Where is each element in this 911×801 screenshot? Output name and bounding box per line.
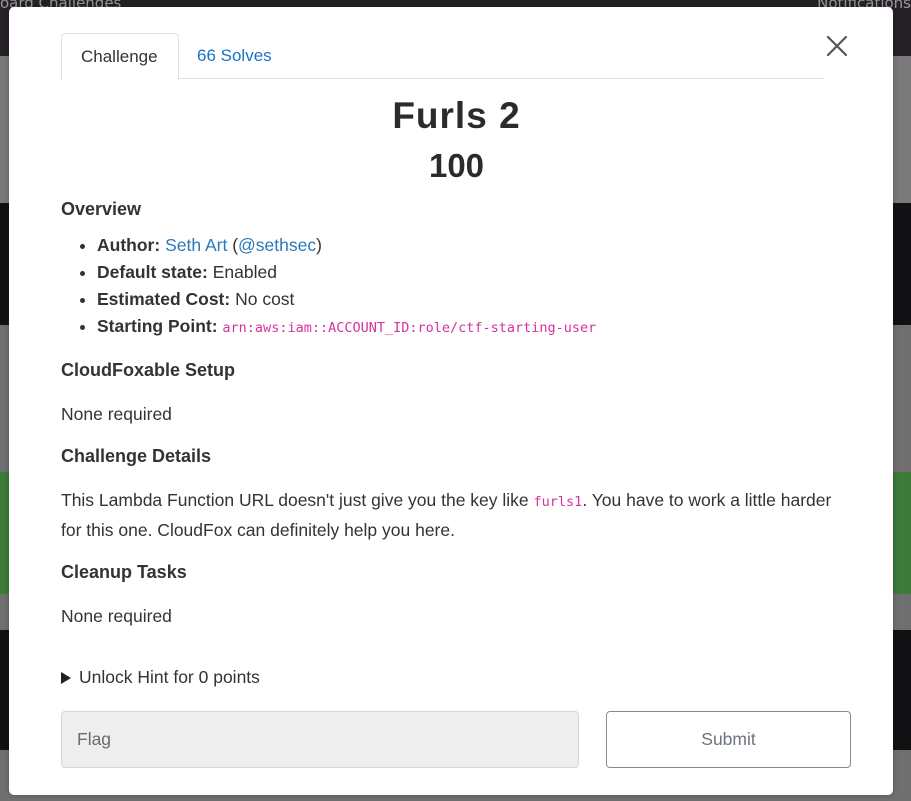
list-item-starting-point: Starting Point: arn:aws:iam::ACCOUNT_ID:… bbox=[97, 313, 851, 342]
unlock-hint-toggle[interactable]: Unlock Hint for 0 points bbox=[61, 667, 260, 688]
challenge-modal: Challenge 66 Solves Furls 2 100 Overview… bbox=[9, 7, 893, 795]
author-link[interactable]: Seth Art bbox=[165, 235, 227, 255]
challenge-points: 100 bbox=[428, 147, 485, 184]
submit-button[interactable]: Submit bbox=[606, 711, 851, 768]
details-code: furls1 bbox=[533, 494, 583, 510]
flag-input[interactable] bbox=[61, 711, 579, 768]
paren-close: ) bbox=[316, 235, 322, 255]
tab-challenge[interactable]: Challenge bbox=[61, 33, 179, 80]
close-icon bbox=[826, 35, 848, 57]
overview-heading: Overview bbox=[61, 199, 142, 219]
details-text: This Lambda Function URL doesn't just gi… bbox=[61, 486, 851, 544]
challenge-title: Furls 2 bbox=[392, 95, 521, 136]
cleanup-heading: Cleanup Tasks bbox=[61, 562, 187, 582]
author-label: Author: bbox=[97, 235, 161, 255]
starting-point-label: Starting Point: bbox=[97, 316, 218, 336]
close-button[interactable] bbox=[824, 33, 850, 59]
cost-value: No cost bbox=[235, 289, 295, 309]
starting-point-arn: arn:aws:iam::ACCOUNT_ID:role/ctf-startin… bbox=[222, 320, 597, 336]
tab-solves[interactable]: 66 Solves bbox=[178, 33, 291, 79]
unlock-hint-label: Unlock Hint for 0 points bbox=[79, 667, 260, 687]
setup-heading: CloudFoxable Setup bbox=[61, 360, 236, 380]
details-heading: Challenge Details bbox=[61, 446, 212, 466]
triangle-right-icon bbox=[61, 672, 71, 684]
list-item-cost: Estimated Cost: No cost bbox=[97, 286, 851, 313]
author-handle-link[interactable]: @sethsec bbox=[238, 235, 316, 255]
details-text-before: This Lambda Function URL doesn't just gi… bbox=[61, 490, 534, 510]
list-item-author: Author: Seth Art (@sethsec) bbox=[97, 232, 851, 259]
modal-tabs: Challenge 66 Solves bbox=[61, 33, 824, 80]
list-item-default-state: Default state: Enabled bbox=[97, 259, 851, 286]
default-state-label: Default state: bbox=[97, 262, 208, 282]
default-state-value: Enabled bbox=[212, 262, 277, 282]
setup-text: None required bbox=[61, 404, 172, 424]
cost-label: Estimated Cost: bbox=[97, 289, 231, 309]
challenge-description: Overview Author: Seth Art (@sethsec) Def… bbox=[61, 197, 851, 630]
overview-list: Author: Seth Art (@sethsec) Default stat… bbox=[97, 232, 851, 342]
cleanup-text: None required bbox=[61, 606, 172, 626]
